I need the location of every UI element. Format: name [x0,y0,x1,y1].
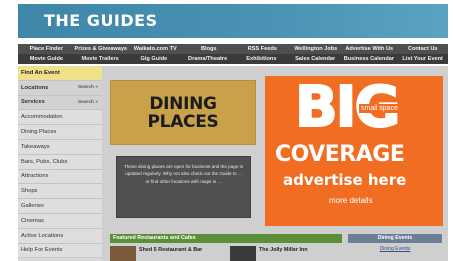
main-content: DINING PLACES These dining places are op… [102,66,448,261]
nav-list-your-event[interactable]: List Your Event [394,56,448,62]
featured-item-name[interactable]: Shed 5 Restaurant & Bar [139,247,202,253]
sidebar-item-dining-places[interactable]: Dining Places [18,125,102,140]
ad-small-space-text: small space [359,104,400,113]
featured-item-name[interactable]: The Jolly Miller Inn [259,247,308,253]
sidebar-item-label: Find An Event [21,69,60,76]
sidebar-item-services[interactable]: Services Search » [18,95,102,111]
sidebar-item-label: Active Locations [21,232,64,239]
sidebar-item-galleries[interactable]: Galleries [18,199,102,214]
sidebar-item-label: Dining Places [21,129,57,136]
sidebar-item-find-event[interactable]: Find An Event [18,66,102,81]
featured-restaurants-heading: Featured Restaurants and Cafes [110,234,342,243]
sidebar-item-takeaways[interactable]: Takeaways [18,139,102,155]
ad-more-details-link[interactable]: more details [329,196,373,205]
nav-business-calendar[interactable]: Business Calendar [341,56,395,62]
sidebar-item-attractions[interactable]: Attractions [18,169,102,185]
guides-banner: THE GUIDES [18,4,448,38]
ad-coverage-text: COVERAGE [275,142,405,167]
nav-advertise-with-us[interactable]: Advertise With Us [341,46,394,52]
ad-advertise-here-text: advertise here [283,171,407,189]
sidebar-item-shops[interactable]: Shops [18,184,102,200]
sidebar-item-help-for-events[interactable]: Help For Events [18,243,102,259]
sidebar-item-label: Services [21,99,45,106]
nav-exhibitions[interactable]: Exhibitions [233,56,287,62]
sidebar-item-label: Locations [21,84,49,91]
sidebar-item-locations[interactable]: Locations Search » [18,80,102,96]
nav-blogs[interactable]: Blogs [181,46,234,52]
nav-drama-theatre[interactable]: Drama/Theatre [179,56,233,62]
nav-waikato-tv[interactable]: Waikato.com TV [127,46,180,52]
featured-thumbnail [110,246,136,261]
sidebar-item-label: Bars, Pubs, Clubs [21,158,68,165]
sidebar-item-label: Accommodation [21,114,63,121]
nav-place-finder[interactable]: Place Finder [18,46,71,52]
sidebar-item-label: Galleries [21,203,44,210]
sidebar-item-label: Shops [21,188,38,195]
services-search-link[interactable]: Search » [78,100,98,105]
nav-wellington-jobs[interactable]: Wellington Jobs [288,46,341,52]
sidebar-item-label: Takeaways [21,143,50,150]
sidebar-item-accommodation[interactable]: Accommodation [18,110,102,126]
dining-events-heading: Dining Events [348,234,442,243]
nav-sales-calendar[interactable]: Sales Calendar [287,56,341,62]
dining-title-line2: PLACES [147,111,219,132]
banner-title: THE GUIDES [44,11,158,30]
dining-info-text: These dining places are open for busines… [116,156,251,218]
sidebar-item-bars-pubs-clubs[interactable]: Bars, Pubs, Clubs [18,154,102,170]
nav-contact-us[interactable]: Contact Us [394,46,447,52]
dining-events-link[interactable]: Dining Events [348,246,442,252]
primary-nav: Place Finder Prizes & Giveaways Waikato.… [18,44,448,54]
secondary-nav: Movie Guide Movie Trailers Gig Guide Dra… [18,54,448,64]
big-coverage-ad[interactable]: BIG small space COVERAGE advertise here … [265,76,443,226]
dining-places-heading: DINING PLACES [110,80,256,145]
sidebar: Find An Event Locations Search » Service… [18,66,102,261]
locations-search-link[interactable]: Search » [78,85,98,90]
sidebar-item-cinemas[interactable]: Cinemas [18,213,102,229]
nav-prizes-giveaways[interactable]: Prizes & Giveaways [71,46,127,52]
nav-rss-feeds[interactable]: RSS Feeds [234,46,287,52]
featured-thumbnail [230,246,256,261]
sidebar-item-label: Help For Events [21,247,63,254]
nav-movie-guide[interactable]: Movie Guide [18,56,72,62]
featured-item[interactable]: Shed 5 Restaurant & Bar [110,246,202,261]
sidebar-item-label: Attractions [21,173,49,180]
sidebar-item-label: Cinemas [21,217,44,224]
nav-movie-trailers[interactable]: Movie Trailers [72,56,126,62]
dining-title-line1: DINING [149,93,217,114]
sidebar-item-active-locations[interactable]: Active Locations [18,228,102,244]
nav-gig-guide[interactable]: Gig Guide [126,56,180,62]
featured-item[interactable]: The Jolly Miller Inn [230,246,308,261]
